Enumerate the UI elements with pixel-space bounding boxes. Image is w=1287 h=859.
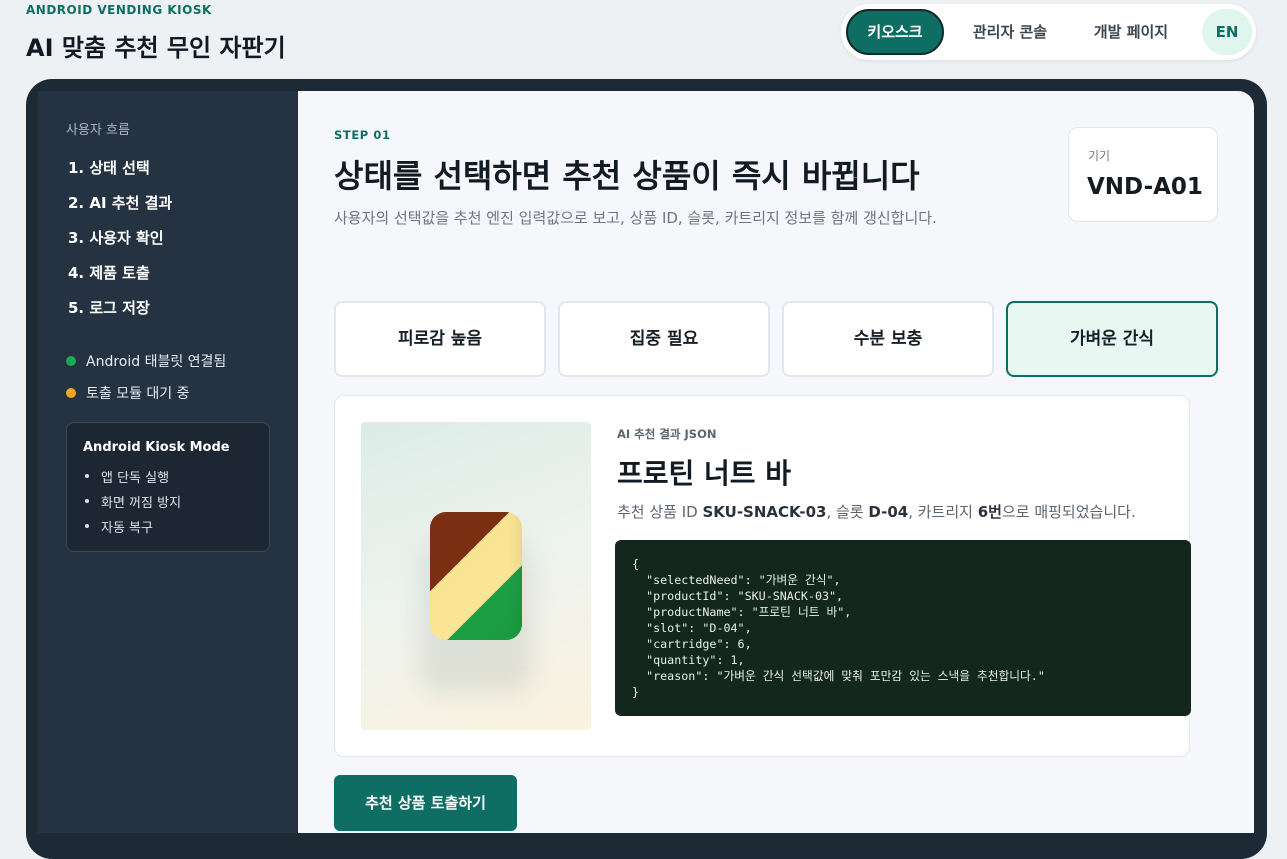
page-description: 사용자의 선택값을 추천 엔진 입력값으로 보고, 상품 ID, 슬롯, 카트리… (334, 209, 937, 227)
nav-dev-button[interactable]: 개발 페이지 (1079, 9, 1183, 55)
sidebar-step-dispense: 4. 제품 토출 (68, 264, 150, 282)
need-light-snack-button[interactable]: 가벼운 간식 (1006, 301, 1218, 377)
kiosk-mode-panel: Android Kiosk Mode 앱 단독 실행 화면 꺼짐 방지 자동 복… (66, 422, 270, 552)
status-dot-green-icon (66, 356, 76, 366)
status-tablet-label: Android 태블릿 연결됨 (86, 354, 227, 370)
mapping-cartridge-text: , 카트리지 (908, 503, 978, 521)
json-code: { "selectedNeed": "가벼운 간식", "productId":… (632, 557, 1045, 699)
top-nav: 키오스크 관리자 콘솔 개발 페이지 EN (841, 4, 1256, 60)
status-dispenser: 토출 모듈 대기 중 (66, 383, 190, 403)
need-hydration-button[interactable]: 수분 보충 (782, 301, 994, 377)
dispense-button[interactable]: 추천 상품 토출하기 (334, 775, 517, 831)
sidebar-step-select: 1. 상태 선택 (68, 159, 150, 177)
need-focus-button[interactable]: 집중 필요 (558, 301, 770, 377)
recommendation-card: AI 추천 결과 JSON 프로틴 너트 바 추천 상품 ID SKU-SNAC… (334, 395, 1191, 757)
device-card: 기기 VND-A01 (1068, 127, 1218, 222)
need-fatigue-button[interactable]: 피로감 높음 (334, 301, 546, 377)
nav-admin-button[interactable]: 관리자 콘솔 (957, 9, 1063, 55)
status-tablet: Android 태블릿 연결됨 (66, 351, 226, 371)
mapping-slot: D-04 (868, 503, 909, 521)
kiosk-mode-item: 앱 단독 실행 (83, 467, 181, 492)
mapping-slot-text: , 슬롯 (826, 503, 869, 521)
page-title: 상태를 선택하면 추천 상품이 즉시 바뀝니다 (334, 157, 920, 195)
kiosk-mode-item: 자동 복구 (83, 517, 181, 542)
sidebar: 사용자 흐름 1. 상태 선택 2. AI 추천 결과 3. 사용자 확인 4.… (38, 91, 298, 833)
kiosk-mode-item: 화면 꺼짐 방지 (83, 492, 181, 517)
device-label: 기기 (1088, 149, 1111, 163)
sidebar-step-confirm: 3. 사용자 확인 (68, 229, 164, 247)
kiosk-mode-title: Android Kiosk Mode (83, 440, 230, 455)
mapping-text: 추천 상품 ID SKU-SNACK-03, 슬롯 D-04, 카트리지 6번으… (617, 501, 1136, 522)
device-id: VND-A01 (1087, 174, 1203, 200)
top-bar: ANDROID VENDING KIOSK AI 맞춤 추천 무인 자판기 키오… (0, 0, 1287, 80)
mapping-prefix: 추천 상품 ID (617, 503, 703, 521)
language-toggle-button[interactable]: EN (1202, 9, 1252, 55)
status-dot-amber-icon (66, 388, 76, 398)
sidebar-heading: 사용자 흐름 (66, 123, 130, 138)
status-dispenser-label: 토출 모듈 대기 중 (86, 386, 190, 402)
product-name: 프로틴 너트 바 (617, 457, 792, 490)
mapping-product-id: SKU-SNACK-03 (702, 503, 827, 521)
main-panel: STEP 01 상태를 선택하면 추천 상품이 즉시 바뀝니다 사용자의 선택값… (298, 91, 1254, 833)
sidebar-step-log: 5. 로그 저장 (68, 299, 150, 317)
product-image (361, 422, 591, 730)
sidebar-step-ai-result: 2. AI 추천 결과 (68, 194, 173, 212)
brand-kicker: ANDROID VENDING KIOSK (26, 3, 212, 17)
app-title: AI 맞춤 추천 무인 자판기 (26, 34, 286, 62)
json-kicker: AI 추천 결과 JSON (617, 427, 717, 441)
snack-bar-icon (430, 512, 522, 640)
mapping-suffix: 으로 매핑되었습니다. (1001, 503, 1136, 521)
json-output: { "selectedNeed": "가벼운 간식", "productId":… (615, 540, 1191, 716)
step-kicker: STEP 01 (334, 128, 391, 142)
kiosk-mode-list: 앱 단독 실행 화면 꺼짐 방지 자동 복구 (83, 467, 181, 542)
mapping-cartridge: 6번 (977, 503, 1002, 521)
nav-kiosk-button[interactable]: 키오스크 (846, 9, 944, 55)
